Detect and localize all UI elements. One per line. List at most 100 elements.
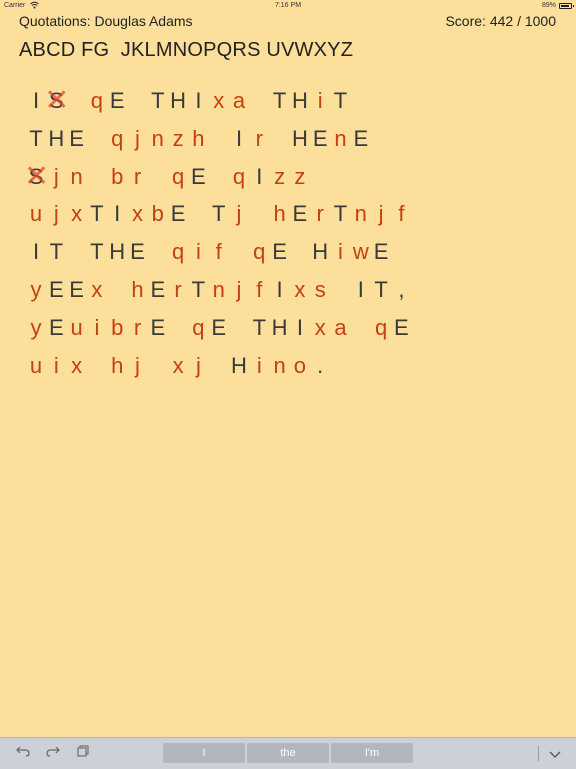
cipher-letter[interactable]: x (87, 275, 107, 305)
cipher-letter[interactable]: q (107, 124, 127, 154)
cipher-letter[interactable]: y (26, 275, 46, 305)
solved-letter[interactable]: T (87, 199, 107, 229)
cipher-letter[interactable]: h (188, 124, 208, 154)
cipher-letter[interactable]: i (188, 237, 208, 267)
solved-letter[interactable]: T (46, 237, 66, 267)
solved-letter[interactable]: T (26, 124, 46, 154)
cipher-letter[interactable]: r (310, 199, 330, 229)
cipher-letter[interactable]: h (270, 199, 290, 229)
solved-letter[interactable]: E (391, 313, 411, 343)
cipher-letter[interactable]: n (351, 199, 371, 229)
cipher-letter[interactable]: r (128, 162, 148, 192)
cipher-letter[interactable]: i (249, 351, 269, 381)
cipher-letter[interactable]: u (26, 351, 46, 381)
undo-icon[interactable] (16, 745, 30, 760)
cipher-letter[interactable]: n (67, 162, 87, 192)
cipher-letter[interactable]: j (371, 199, 391, 229)
solved-letter[interactable]: T (188, 275, 208, 305)
solved-letter[interactable]: I (270, 275, 290, 305)
cipher-letter[interactable]: z (168, 124, 188, 154)
solved-letter[interactable]: T (148, 86, 168, 116)
solved-letter[interactable]: E (290, 199, 310, 229)
solved-letter[interactable]: H (168, 86, 188, 116)
solved-letter[interactable]: I (229, 124, 249, 154)
cipher-letter[interactable]: q (168, 237, 188, 267)
cipher-letter[interactable]: i (310, 86, 330, 116)
cipher-letter[interactable]: f (209, 237, 229, 267)
cipher-letter[interactable]: h (107, 351, 127, 381)
cipher-letter[interactable]: q (87, 86, 107, 116)
cipher-letter[interactable]: j (128, 351, 148, 381)
suggestion-3[interactable]: I'm (331, 743, 413, 763)
cipher-letter[interactable]: n (331, 124, 351, 154)
solved-letter[interactable]: I (249, 162, 269, 192)
solved-letter[interactable]: T (331, 199, 351, 229)
cipher-letter[interactable]: u (67, 313, 87, 343)
cipher-letter[interactable]: f (391, 199, 411, 229)
solved-letter[interactable]: E (46, 275, 66, 305)
cipher-letter[interactable]: x (310, 313, 330, 343)
solved-letter[interactable]: E (209, 313, 229, 343)
solved-letter[interactable]: E (107, 86, 127, 116)
cipher-letter[interactable]: q (249, 237, 269, 267)
cipher-letter[interactable]: j (128, 124, 148, 154)
solved-letter[interactable]: H (229, 351, 249, 381)
solved-letter[interactable]: S (44, 83, 68, 119)
paste-icon[interactable] (77, 745, 89, 760)
cipher-letter[interactable]: z (290, 162, 310, 192)
solved-letter[interactable]: I (26, 237, 46, 267)
solved-letter[interactable]: S (24, 159, 48, 195)
cipher-letter[interactable]: q (168, 162, 188, 192)
solved-letter[interactable]: T (249, 313, 269, 343)
cipher-letter[interactable]: o (290, 351, 310, 381)
solved-letter[interactable]: E (188, 162, 208, 192)
solved-letter[interactable]: I (188, 86, 208, 116)
solved-letter[interactable]: H (46, 124, 66, 154)
solved-letter[interactable]: E (67, 124, 87, 154)
cipher-letter[interactable]: x (67, 199, 87, 229)
cipher-letter[interactable]: a (331, 313, 351, 343)
cipher-letter[interactable]: i (46, 351, 66, 381)
solved-letter[interactable]: . (310, 351, 330, 381)
cipher-letter[interactable]: r (249, 124, 269, 154)
cipher-letter[interactable]: q (371, 313, 391, 343)
cipher-letter[interactable]: r (128, 313, 148, 343)
cipher-letter[interactable]: s (310, 275, 330, 305)
cipher-letter[interactable]: z (270, 162, 290, 192)
solved-letter[interactable]: E (46, 313, 66, 343)
solved-letter[interactable]: T (331, 86, 351, 116)
solved-letter[interactable]: T (371, 275, 391, 305)
cipher-letter[interactable]: r (168, 275, 188, 305)
solved-letter[interactable]: E (351, 124, 371, 154)
solved-letter[interactable]: E (128, 237, 148, 267)
suggestion-2[interactable]: the (247, 743, 329, 763)
cipher-letter[interactable]: q (229, 162, 249, 192)
solved-letter[interactable]: H (290, 86, 310, 116)
solved-letter[interactable]: H (290, 124, 310, 154)
cipher-letter[interactable]: u (26, 199, 46, 229)
cipher-letter[interactable]: n (270, 351, 290, 381)
cipher-letter[interactable]: w (351, 237, 371, 267)
solved-letter[interactable]: E (270, 237, 290, 267)
solved-letter[interactable]: , (391, 275, 411, 305)
solved-letter[interactable]: E (168, 199, 188, 229)
redo-icon[interactable] (46, 745, 60, 760)
solved-letter[interactable]: E (148, 313, 168, 343)
cipher-letter[interactable]: b (107, 162, 127, 192)
suggestion-1[interactable]: I (163, 743, 245, 763)
cipher-letter[interactable]: j (229, 199, 249, 229)
cipher-letter[interactable]: i (87, 313, 107, 343)
cipher-letter[interactable]: x (209, 86, 229, 116)
cipher-letter[interactable]: f (249, 275, 269, 305)
cipher-letter[interactable]: j (229, 275, 249, 305)
cipher-letter[interactable]: n (148, 124, 168, 154)
cipher-letter[interactable]: a (229, 86, 249, 116)
chevron-down-icon[interactable] (549, 747, 561, 762)
solved-letter[interactable]: T (87, 237, 107, 267)
cipher-letter[interactable]: y (26, 313, 46, 343)
cipher-letter[interactable]: x (67, 351, 87, 381)
cipher-letter[interactable]: j (46, 199, 66, 229)
solved-letter[interactable]: T (270, 86, 290, 116)
cipher-letter[interactable]: i (331, 237, 351, 267)
solved-letter[interactable]: H (310, 237, 330, 267)
